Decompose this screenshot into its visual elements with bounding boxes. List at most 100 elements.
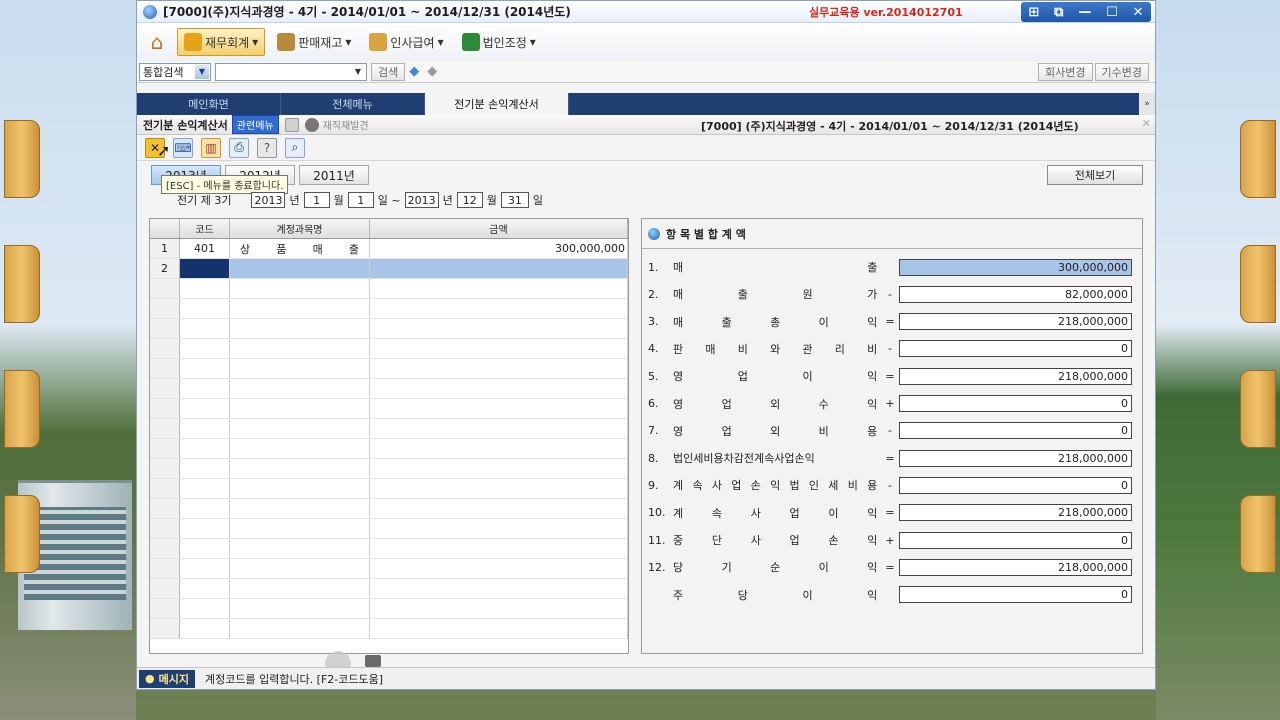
code-cell[interactable] [180, 379, 230, 398]
account-name-cell[interactable] [230, 539, 370, 558]
amount-cell[interactable] [370, 359, 628, 378]
amount-cell[interactable] [370, 519, 628, 538]
code-cell[interactable] [180, 319, 230, 338]
code-cell[interactable] [180, 619, 230, 638]
search-type-select[interactable]: 통합검색 ▼ [139, 62, 211, 81]
code-cell[interactable] [180, 359, 230, 378]
table-row[interactable] [150, 379, 628, 399]
amount-cell[interactable] [370, 399, 628, 418]
end-year-field[interactable]: 2013 [404, 192, 439, 208]
help-icon[interactable]: ? [257, 137, 277, 158]
amount-cell[interactable] [370, 319, 628, 338]
code-cell[interactable] [180, 539, 230, 558]
menu-hr-payroll[interactable]: 인사급여 ▾ [363, 28, 449, 56]
home-icon[interactable]: ⌂ [143, 28, 171, 56]
account-name-cell[interactable] [230, 499, 370, 518]
code-cell[interactable]: 401 [180, 239, 230, 258]
account-name-cell[interactable] [230, 259, 370, 278]
account-name-cell[interactable] [230, 279, 370, 298]
tab-main[interactable]: 메인화면 [137, 93, 281, 115]
period-change-button[interactable]: 기수변경 [1094, 62, 1149, 81]
account-name-cell[interactable] [230, 339, 370, 358]
menu-corporate-adjust[interactable]: 법인조정 ▾ [456, 28, 542, 56]
year-tab[interactable]: 2011년 [299, 165, 369, 185]
table-row[interactable]: 1 401 상 품 매 출 300,000,000 [150, 239, 628, 259]
close-button[interactable]: ✕ [1133, 5, 1144, 20]
table-row[interactable] [150, 279, 628, 299]
code-cell[interactable] [180, 459, 230, 478]
table-row[interactable] [150, 559, 628, 579]
table-row[interactable] [150, 519, 628, 539]
table-row[interactable] [150, 339, 628, 359]
account-name-cell[interactable] [230, 579, 370, 598]
forward-arrow-icon[interactable]: ◆ [427, 64, 441, 79]
search-icon[interactable]: ⌕ [285, 137, 305, 158]
delete-icon[interactable]: ▥ [201, 137, 221, 158]
table-row[interactable] [150, 599, 628, 619]
table-row[interactable] [150, 299, 628, 319]
code-cell[interactable] [180, 519, 230, 538]
full-view-button[interactable]: 전체보기 [1047, 165, 1143, 185]
table-row[interactable] [150, 579, 628, 599]
code-cell[interactable] [180, 259, 230, 278]
amount-cell[interactable] [370, 479, 628, 498]
amount-cell[interactable] [370, 599, 628, 618]
table-row[interactable] [150, 399, 628, 419]
amount-cell[interactable] [370, 559, 628, 578]
end-day-field[interactable]: 31 [500, 192, 529, 208]
layout-icon[interactable]: ⊞ [1028, 5, 1039, 20]
start-day-field[interactable]: 1 [347, 192, 374, 208]
close-icon[interactable]: ✕ [1142, 117, 1151, 130]
print-icon[interactable] [284, 117, 299, 132]
amount-cell[interactable] [370, 499, 628, 518]
search-input[interactable]: ▼ [215, 62, 367, 81]
restore-icon[interactable]: ⧉ [1054, 5, 1063, 20]
table-row[interactable] [150, 499, 628, 519]
account-name-cell[interactable] [230, 319, 370, 338]
amount-cell[interactable] [370, 539, 628, 558]
table-row[interactable] [150, 619, 628, 639]
table-row[interactable] [150, 479, 628, 499]
account-name-cell[interactable] [230, 359, 370, 378]
start-year-field[interactable]: 2013 [251, 192, 286, 208]
maximize-button[interactable]: ☐ [1106, 5, 1118, 20]
code-cell[interactable] [180, 599, 230, 618]
company-change-button[interactable]: 회사변경 [1038, 62, 1093, 81]
print-icon[interactable]: ⎙ [229, 137, 249, 158]
amount-cell[interactable]: 300,000,000 [370, 239, 628, 258]
table-row[interactable]: 2 [150, 259, 628, 279]
amount-cell[interactable] [370, 459, 628, 478]
account-name-cell[interactable] [230, 559, 370, 578]
menu-sales-inventory[interactable]: 판매재고 ▾ [271, 28, 357, 56]
amount-cell[interactable] [370, 299, 628, 318]
account-name-cell[interactable] [230, 519, 370, 538]
table-row[interactable] [150, 459, 628, 479]
amount-cell[interactable] [370, 339, 628, 358]
account-name-cell[interactable] [230, 379, 370, 398]
account-name-cell[interactable] [230, 419, 370, 438]
code-cell[interactable] [180, 399, 230, 418]
account-name-cell[interactable] [230, 439, 370, 458]
tab-scroll-button[interactable]: » [1139, 93, 1155, 115]
code-cell[interactable] [180, 579, 230, 598]
code-cell[interactable] [180, 479, 230, 498]
amount-cell[interactable] [370, 579, 628, 598]
amount-cell[interactable] [370, 619, 628, 638]
account-name-cell[interactable] [230, 619, 370, 638]
menu-finance[interactable]: 재무회계 ▾ [177, 28, 266, 56]
table-row[interactable] [150, 359, 628, 379]
amount-cell[interactable] [370, 279, 628, 298]
minimize-button[interactable]: — [1078, 5, 1091, 20]
back-arrow-icon[interactable]: ◆ [409, 64, 423, 79]
code-cell[interactable] [180, 419, 230, 438]
code-cell[interactable] [180, 279, 230, 298]
amount-cell[interactable] [370, 419, 628, 438]
account-name-cell[interactable] [230, 479, 370, 498]
amount-cell[interactable] [370, 259, 628, 278]
tab-prior-income-statement[interactable]: 전기분 손익계산서 [425, 93, 569, 115]
code-cell[interactable] [180, 439, 230, 458]
end-month-field[interactable]: 12 [456, 192, 483, 208]
account-name-cell[interactable] [230, 599, 370, 618]
table-row[interactable] [150, 419, 628, 439]
start-month-field[interactable]: 1 [303, 192, 330, 208]
